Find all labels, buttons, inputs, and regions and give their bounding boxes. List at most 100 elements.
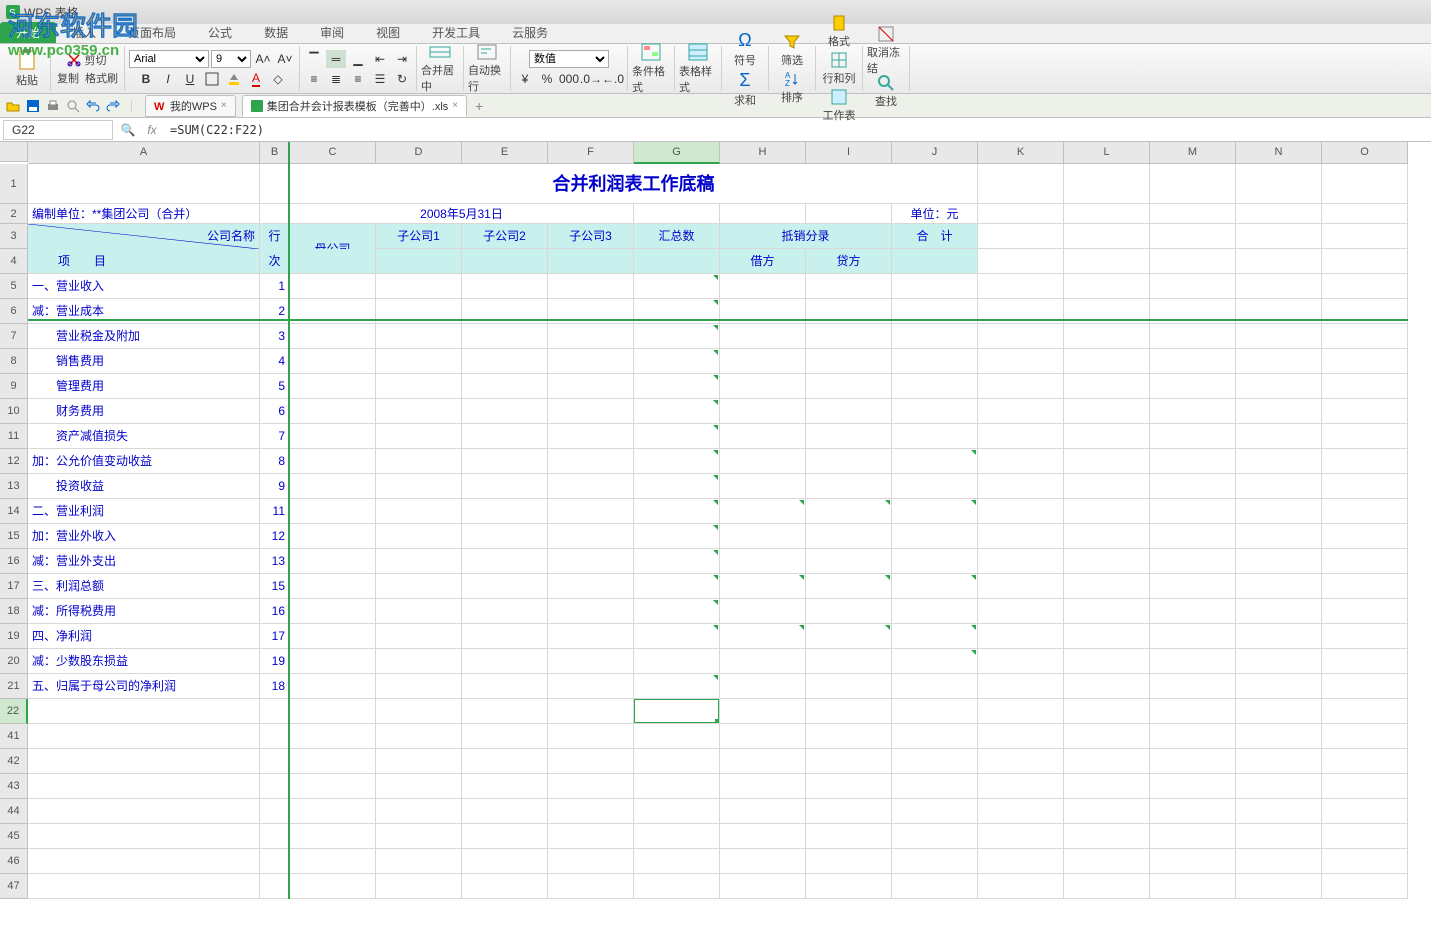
undo-icon[interactable] [84, 97, 102, 115]
col-header[interactable]: C [290, 142, 376, 164]
menu-start[interactable]: 开始 [0, 22, 56, 43]
row-header[interactable]: 41 [0, 724, 28, 749]
row-header[interactable]: 10 [0, 399, 28, 424]
row-header[interactable]: 9 [0, 374, 28, 399]
row-header[interactable]: 15 [0, 524, 28, 549]
menu-review[interactable]: 审阅 [304, 22, 360, 43]
row-number[interactable]: 17 [260, 624, 290, 649]
open-icon[interactable] [4, 97, 22, 115]
item-label[interactable]: 一、营业收入 [28, 274, 260, 299]
row-number[interactable]: 19 [260, 649, 290, 674]
row-number[interactable]: 8 [260, 449, 290, 474]
row-number[interactable]: 15 [260, 574, 290, 599]
bold-button[interactable]: B [136, 70, 156, 88]
row-header[interactable]: 4 [0, 249, 28, 274]
col-header[interactable]: I [806, 142, 892, 164]
item-label[interactable]: 资产减值损失 [28, 424, 260, 449]
col-header[interactable]: K [978, 142, 1064, 164]
fill-color-button[interactable] [224, 70, 244, 88]
row-number[interactable]: 12 [260, 524, 290, 549]
row-number[interactable]: 16 [260, 599, 290, 624]
indent-inc-icon[interactable]: ⇥ [392, 50, 412, 68]
row-header[interactable]: 16 [0, 549, 28, 574]
item-label[interactable]: 投资收益 [28, 474, 260, 499]
item-label[interactable]: 加：公允价值变动收益 [28, 449, 260, 474]
font-color-button[interactable]: A [246, 70, 266, 88]
menu-formula[interactable]: 公式 [192, 22, 248, 43]
row-header[interactable]: 13 [0, 474, 28, 499]
comma-icon[interactable]: 000 [559, 70, 579, 88]
cut-icon[interactable] [67, 53, 81, 67]
row-number[interactable]: 18 [260, 674, 290, 699]
print-icon[interactable] [44, 97, 62, 115]
row-header[interactable]: 42 [0, 749, 28, 774]
menu-cloud[interactable]: 云服务 [496, 22, 564, 43]
align-right-icon[interactable]: ≡ [348, 70, 368, 88]
align-center-icon[interactable]: ≣ [326, 70, 346, 88]
sheet-title[interactable]: 合并利润表工作底稿 [290, 164, 978, 204]
row-header[interactable]: 44 [0, 799, 28, 824]
table-style-button[interactable]: 表格样式 [679, 47, 717, 91]
col-header[interactable]: E [462, 142, 548, 164]
row-header[interactable]: 7 [0, 324, 28, 349]
dec-dec-icon[interactable]: ←.0 [603, 70, 623, 88]
item-label[interactable]: 五、归属于母公司的净利润 [28, 674, 260, 699]
close-icon[interactable]: × [452, 100, 458, 111]
wrap-text-button[interactable]: 自动换行 [468, 47, 506, 91]
item-label[interactable]: 销售费用 [28, 349, 260, 374]
paste-button[interactable]: 粘贴 [8, 47, 46, 91]
row-header[interactable]: 1 [0, 164, 28, 204]
row-header[interactable]: 19 [0, 624, 28, 649]
align-middle-icon[interactable]: ═ [326, 50, 346, 68]
menu-view[interactable]: 视图 [360, 22, 416, 43]
col-header[interactable]: G [634, 142, 720, 164]
align-bottom-icon[interactable]: ▁ [348, 50, 368, 68]
item-label[interactable]: 二、营业利润 [28, 499, 260, 524]
col-header[interactable]: M [1150, 142, 1236, 164]
row-header[interactable]: 22 [0, 699, 28, 724]
copy-button[interactable]: 复制 [55, 70, 81, 86]
sort-button[interactable]: AZ排序 [773, 70, 811, 105]
row-number[interactable]: 11 [260, 499, 290, 524]
unfreeze-button[interactable]: 取消冻结 [867, 28, 905, 72]
indent-dec-icon[interactable]: ⇤ [370, 50, 390, 68]
fx-icon[interactable]: fx [140, 123, 164, 137]
row-number[interactable]: 5 [260, 374, 290, 399]
col-header[interactable]: B [260, 142, 290, 164]
cut-button[interactable]: 剪切 [83, 52, 109, 68]
row-header[interactable]: 5 [0, 274, 28, 299]
close-icon[interactable]: × [221, 100, 227, 111]
col-header[interactable]: F [548, 142, 634, 164]
row-header[interactable]: 8 [0, 349, 28, 374]
item-label[interactable]: 管理费用 [28, 374, 260, 399]
row-number[interactable]: 7 [260, 424, 290, 449]
symbol-button[interactable]: Ω符号 [726, 30, 764, 68]
format-painter-button[interactable]: 格式刷 [83, 70, 120, 86]
orientation-icon[interactable]: ↻ [392, 70, 412, 88]
currency-icon[interactable]: ¥ [515, 70, 535, 88]
grid[interactable]: 合并利润表工作底稿 编制单位：**集团公司（合并） 2008年5月31日 单位：… [28, 164, 1408, 899]
item-label[interactable]: 四、净利润 [28, 624, 260, 649]
formula-input[interactable]: =SUM(C22:F22) [164, 121, 1431, 139]
dec-inc-icon[interactable]: .0→ [581, 70, 601, 88]
selected-cell[interactable] [634, 699, 720, 724]
search-icon[interactable]: 🔍 [116, 123, 140, 137]
doc-tab-wps[interactable]: W 我的WPS × [145, 95, 236, 117]
sum-button[interactable]: Σ求和 [726, 70, 764, 108]
col-header[interactable]: A [28, 142, 260, 164]
row-number[interactable]: 6 [260, 399, 290, 424]
clear-format-button[interactable]: ◇ [268, 70, 288, 88]
col-header[interactable]: L [1064, 142, 1150, 164]
item-label[interactable]: 减：所得税费用 [28, 599, 260, 624]
row-header[interactable]: 3 [0, 224, 28, 249]
row-header[interactable]: 21 [0, 674, 28, 699]
cond-format-button[interactable]: 条件格式 [632, 47, 670, 91]
italic-button[interactable]: I [158, 70, 178, 88]
doc-tab-file[interactable]: 集团合并会计报表模板（完善中）.xls × [242, 95, 467, 117]
col-header[interactable]: D [376, 142, 462, 164]
number-format-select[interactable]: 数值 [529, 50, 609, 68]
align-justify-icon[interactable]: ☰ [370, 70, 390, 88]
row-header[interactable]: 14 [0, 499, 28, 524]
unit-cell[interactable]: 单位：元 [892, 204, 978, 224]
name-box[interactable]: G22 [3, 120, 113, 140]
